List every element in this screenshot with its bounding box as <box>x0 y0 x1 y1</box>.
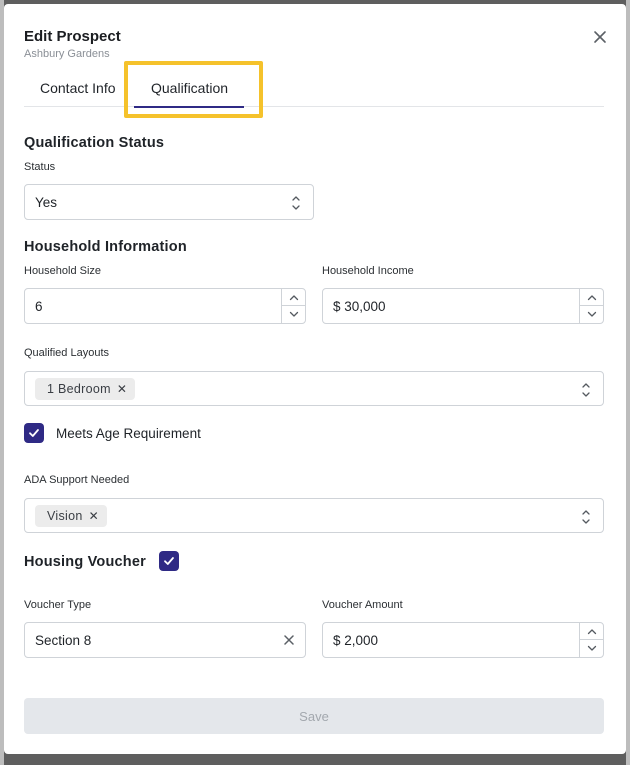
stepper-up-button[interactable] <box>282 289 306 306</box>
backdrop <box>626 0 630 765</box>
highlight-box <box>124 61 263 118</box>
ada-support-label: ADA Support Needed <box>24 474 130 486</box>
status-value: Yes <box>35 195 58 210</box>
qualified-layouts-multiselect[interactable]: 1 Bedroom ✕ <box>24 371 604 406</box>
voucher-amount-input[interactable]: $ 2,000 <box>322 622 604 658</box>
household-size-input[interactable]: 6 <box>24 288 306 324</box>
chevron-down-icon <box>587 311 597 317</box>
stepper-down-button[interactable] <box>282 306 306 323</box>
household-income-input[interactable]: $ 30,000 <box>322 288 604 324</box>
age-requirement-label: Meets Age Requirement <box>56 426 201 441</box>
edit-prospect-modal: Edit Prospect Ashbury Gardens Contact In… <box>4 4 626 754</box>
chip-remove-icon[interactable]: ✕ <box>117 382 127 396</box>
stepper-down-button[interactable] <box>580 640 604 657</box>
save-button[interactable]: Save <box>24 698 604 734</box>
modal-title: Edit Prospect <box>24 28 121 45</box>
household-income-stepper <box>579 289 604 323</box>
housing-voucher-checkbox[interactable] <box>159 551 179 571</box>
voucher-type-label: Voucher Type <box>24 599 92 611</box>
voucher-amount-label: Voucher Amount <box>322 599 403 611</box>
checkmark-icon <box>29 429 39 437</box>
select-updown-icon <box>292 196 300 210</box>
status-label: Status <box>24 161 56 173</box>
checkmark-icon <box>164 557 174 565</box>
household-size-stepper <box>281 289 306 323</box>
household-income-value: $ 30,000 <box>333 299 386 314</box>
status-select[interactable]: Yes <box>24 184 314 220</box>
age-requirement-checkbox[interactable] <box>24 423 44 443</box>
select-updown-icon <box>582 383 590 397</box>
household-income-label: Household Income <box>322 265 414 277</box>
voucher-amount-stepper <box>579 623 604 657</box>
voucher-amount-value: $ 2,000 <box>333 633 379 648</box>
chevron-up-icon <box>289 295 299 301</box>
close-icon[interactable] <box>592 29 608 45</box>
chevron-down-icon <box>587 645 597 651</box>
section-title-housing-voucher: Housing Voucher <box>24 554 146 570</box>
clear-icon[interactable] <box>281 632 297 648</box>
qualified-layouts-label: Qualified Layouts <box>24 347 109 359</box>
stepper-up-button[interactable] <box>580 623 604 640</box>
section-title-qualification-status: Qualification Status <box>24 135 165 151</box>
ada-support-multiselect[interactable]: Vision ✕ <box>24 498 604 533</box>
tab-divider <box>24 106 604 107</box>
stepper-down-button[interactable] <box>580 306 604 323</box>
tab-contact-info[interactable]: Contact Info <box>40 80 116 96</box>
household-size-value: 6 <box>35 299 43 314</box>
chip-label: 1 Bedroom <box>47 382 111 396</box>
chevron-up-icon <box>587 629 597 635</box>
select-updown-icon <box>582 510 590 524</box>
voucher-type-value: Section 8 <box>35 633 92 648</box>
chip-label: Vision <box>47 509 83 523</box>
section-title-household: Household Information <box>24 239 187 255</box>
chip-remove-icon[interactable]: ✕ <box>89 509 99 523</box>
chevron-up-icon <box>587 295 597 301</box>
layout-chip: 1 Bedroom ✕ <box>35 378 135 400</box>
ada-chip: Vision ✕ <box>35 505 107 527</box>
household-size-label: Household Size <box>24 265 102 277</box>
chevron-down-icon <box>289 311 299 317</box>
stepper-up-button[interactable] <box>580 289 604 306</box>
modal-subtitle: Ashbury Gardens <box>24 48 110 60</box>
voucher-type-input[interactable]: Section 8 <box>24 622 306 658</box>
